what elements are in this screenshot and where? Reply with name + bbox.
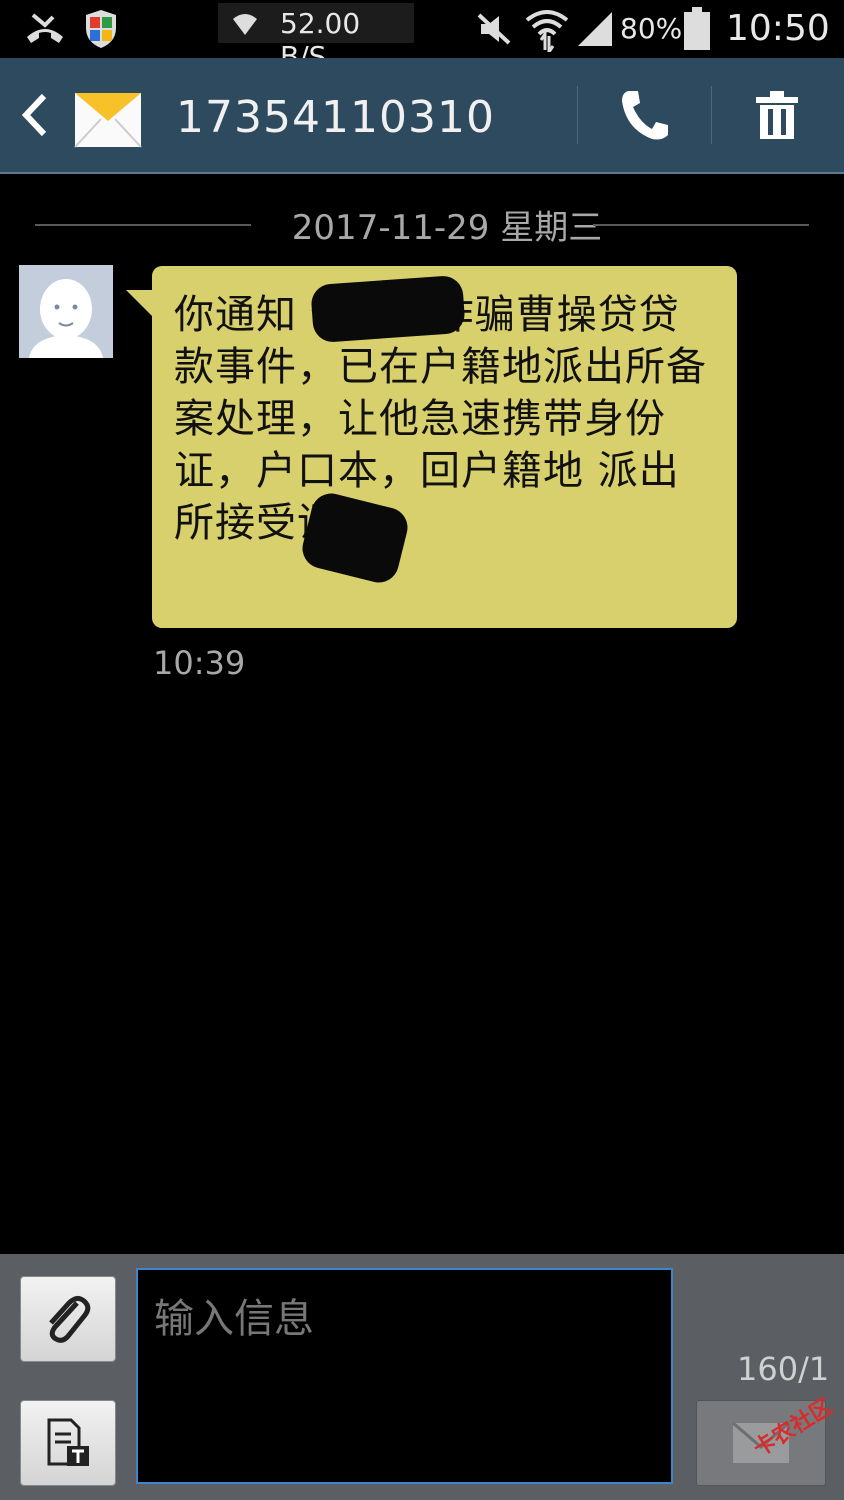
- divider: [711, 86, 712, 144]
- template-button[interactable]: [20, 1400, 116, 1486]
- input-placeholder: 输入信息: [154, 1296, 314, 1342]
- phone-icon[interactable]: [614, 84, 674, 146]
- paperclip-icon: [49, 1295, 91, 1343]
- redaction-mark: [310, 274, 466, 344]
- trash-icon[interactable]: [752, 88, 802, 142]
- shield-icon: [84, 8, 118, 50]
- char-counter: 160/1: [737, 1350, 830, 1388]
- battery-icon: [682, 6, 712, 52]
- cell-signal-icon: [576, 10, 614, 48]
- date-label: 2017-11-29 星期三: [291, 208, 603, 248]
- divider: [577, 86, 578, 144]
- missed-call-icon: [22, 10, 68, 48]
- net-speed-box: 52.00 B/S: [218, 3, 414, 73]
- attach-button[interactable]: [20, 1276, 116, 1362]
- divider: [35, 224, 251, 226]
- person-icon: [19, 265, 113, 358]
- mute-icon: [474, 10, 514, 48]
- message-input[interactable]: 输入信息: [136, 1268, 673, 1484]
- clock: 10:50: [726, 8, 830, 49]
- divider: [593, 224, 809, 226]
- status-bar: 52.00 B/S 80% 10:50: [0, 0, 844, 73]
- battery-percent: 80%: [620, 12, 683, 45]
- message-time: 10:39: [153, 644, 246, 682]
- wifi-signal-icon: [524, 6, 570, 52]
- back-icon[interactable]: [18, 90, 52, 140]
- text-template-icon: [47, 1418, 89, 1466]
- wifi-icon: [230, 9, 260, 39]
- avatar[interactable]: [19, 265, 113, 358]
- contact-title: 17354110310: [176, 92, 495, 143]
- date-separator: 2017-11-29 星期三: [35, 200, 809, 250]
- envelope-icon: [72, 82, 144, 150]
